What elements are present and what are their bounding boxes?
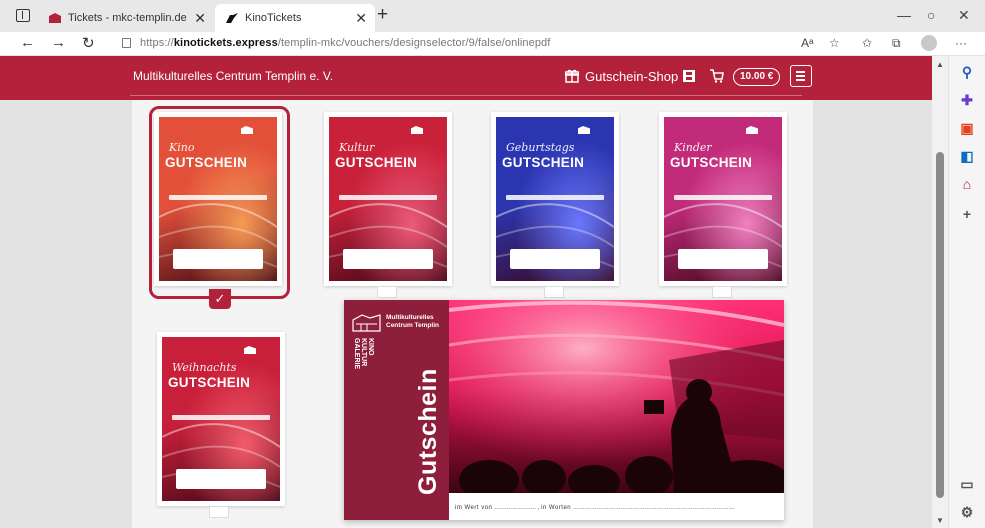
- mkc-logo-icon: [352, 314, 381, 332]
- gift-icon: [565, 69, 579, 83]
- voucher-card-2[interactable]: Geburtstags GUTSCHEIN: [491, 112, 619, 286]
- mkc-app-icon[interactable]: ⌂: [959, 176, 975, 192]
- voucher-artwork: Kultur GUTSCHEIN: [329, 117, 447, 281]
- scroll-down-icon[interactable]: ▼: [936, 516, 944, 525]
- close-tab-icon[interactable]: ✕: [194, 4, 206, 32]
- header-divider: [130, 95, 802, 96]
- cart-icon[interactable]: [710, 69, 724, 83]
- url-field[interactable]: https://kinotickets.express/templin-mkc/…: [140, 37, 550, 49]
- value-line: [674, 195, 772, 200]
- card-tab: [209, 506, 229, 518]
- voucher-card-1[interactable]: Kultur GUTSCHEIN: [324, 112, 452, 286]
- outlook-icon[interactable]: ◧: [959, 148, 975, 164]
- address-bar: ← → ↻ https://kinotickets.express/templi…: [0, 32, 985, 56]
- profile-icon[interactable]: [921, 35, 937, 51]
- preview-org-name: Multikulturelles Centrum Templin: [386, 314, 439, 329]
- browser-tab-mkc[interactable]: Tickets - mkc-templin.de ✕: [38, 4, 214, 32]
- voucher-heading: GUTSCHEIN: [502, 155, 585, 170]
- collections-icon[interactable]: ⧉: [892, 36, 901, 51]
- voucher-artwork: Kino GUTSCHEIN: [159, 117, 277, 281]
- name-slot: [173, 249, 263, 269]
- page-scrollbar[interactable]: ▲ ▼: [932, 56, 948, 528]
- tab-actions-icon[interactable]: [16, 9, 30, 22]
- voucher-occasion: Weihnachts: [172, 361, 237, 374]
- url-path: /templin-mkc/vouchers/designselector/9/f…: [277, 37, 551, 49]
- shopping-icon[interactable]: ✚: [959, 92, 975, 108]
- tab-title: KinoTickets: [245, 12, 302, 24]
- refresh-icon[interactable]: ↻: [82, 34, 95, 52]
- name-slot: [678, 249, 768, 269]
- site-header: Multikulturelles Centrum Templin e. V. G…: [0, 56, 932, 100]
- more-icon[interactable]: ···: [955, 36, 967, 50]
- restore-icon[interactable]: ○: [927, 7, 935, 23]
- cart-total-badge[interactable]: 10.00 €: [733, 68, 781, 86]
- voucher-shop-link[interactable]: Gutschein-Shop: [585, 69, 678, 84]
- value-line: [339, 195, 437, 200]
- add-app-icon[interactable]: +: [959, 206, 975, 222]
- voucher-card-4[interactable]: Weihnachts GUTSCHEIN: [157, 332, 285, 506]
- scroll-up-icon[interactable]: ▲: [936, 60, 944, 69]
- voucher-occasion: Geburtstags: [506, 141, 575, 154]
- new-tab-icon[interactable]: +: [377, 4, 388, 26]
- url-prefix: https://: [140, 37, 174, 49]
- web-page: Multikulturelles Centrum Templin e. V. G…: [0, 56, 932, 528]
- voucher-heading: GUTSCHEIN: [165, 155, 248, 170]
- tab-title: Tickets - mkc-templin.de: [68, 12, 187, 24]
- minimize-icon[interactable]: —: [897, 7, 911, 23]
- voucher-preview: Multikulturelles Centrum Templin KINO KU…: [344, 300, 784, 520]
- kinotickets-favicon-icon: [226, 13, 238, 23]
- favorite-add-icon[interactable]: ☆: [829, 36, 840, 50]
- name-slot: [510, 249, 600, 269]
- voucher-occasion: Kinder: [674, 141, 712, 154]
- card-tab: [544, 286, 564, 298]
- lock-icon[interactable]: [122, 38, 131, 48]
- scroll-thumb[interactable]: [936, 152, 944, 498]
- mkc-favicon-icon: [49, 13, 61, 23]
- cinema-hall-photo: [449, 300, 784, 493]
- preview-brand-panel: Multikulturelles Centrum Templin KINO KU…: [344, 300, 449, 520]
- value-line: [506, 195, 604, 200]
- browser-tab-kinotickets[interactable]: KinoTickets ✕: [215, 4, 375, 32]
- checkmark-icon: ✓: [209, 289, 231, 309]
- preview-title: Gutschein: [414, 368, 442, 495]
- favorites-icon[interactable]: ✩: [862, 36, 872, 50]
- card-tab: [377, 286, 397, 298]
- voucher-card-3[interactable]: Kinder GUTSCHEIN: [659, 112, 787, 286]
- office-icon[interactable]: ▣: [959, 120, 975, 136]
- voucher-heading: GUTSCHEIN: [335, 155, 418, 170]
- back-icon[interactable]: ←: [20, 34, 35, 51]
- url-domain: kinotickets.express: [173, 37, 278, 49]
- preview-value-line: im Wert von ………………… , in Worten ………………………: [455, 505, 735, 511]
- voucher-occasion: Kultur: [339, 141, 375, 154]
- kino-kultur-galerie-label: KINO KULTUR GALERIE: [353, 338, 374, 370]
- film-icon[interactable]: [683, 70, 695, 82]
- edge-sidebar: ⚲ ✚ ▣ ◧ ⌂ + ▭ ⚙: [948, 56, 985, 528]
- close-tab-icon[interactable]: ✕: [355, 4, 367, 32]
- close-window-icon[interactable]: ✕: [958, 7, 970, 24]
- voucher-artwork: Kinder GUTSCHEIN: [664, 117, 782, 281]
- voucher-artwork: Weihnachts GUTSCHEIN: [162, 337, 280, 501]
- voucher-card-0[interactable]: Kino GUTSCHEIN: [154, 112, 282, 286]
- voucher-heading: GUTSCHEIN: [670, 155, 753, 170]
- value-line: [172, 415, 270, 420]
- voucher-occasion: Kino: [169, 141, 195, 154]
- forward-icon[interactable]: →: [51, 34, 66, 51]
- search-icon[interactable]: ⚲: [959, 64, 975, 80]
- name-slot: [343, 249, 433, 269]
- browser-tab-strip: Tickets - mkc-templin.de ✕ KinoTickets ✕…: [0, 0, 985, 32]
- read-aloud-icon[interactable]: Aᵃ: [801, 36, 813, 50]
- site-brand[interactable]: Multikulturelles Centrum Templin e. V.: [133, 69, 333, 83]
- name-slot: [176, 469, 266, 489]
- voucher-artwork: Geburtstags GUTSCHEIN: [496, 117, 614, 281]
- settings-icon[interactable]: ⚙: [959, 504, 975, 520]
- card-tab: [712, 286, 732, 298]
- hamburger-menu-icon[interactable]: [790, 65, 812, 87]
- value-line: [169, 195, 267, 200]
- voucher-heading: GUTSCHEIN: [168, 375, 251, 390]
- sidebar-toggle-icon[interactable]: ▭: [959, 476, 975, 492]
